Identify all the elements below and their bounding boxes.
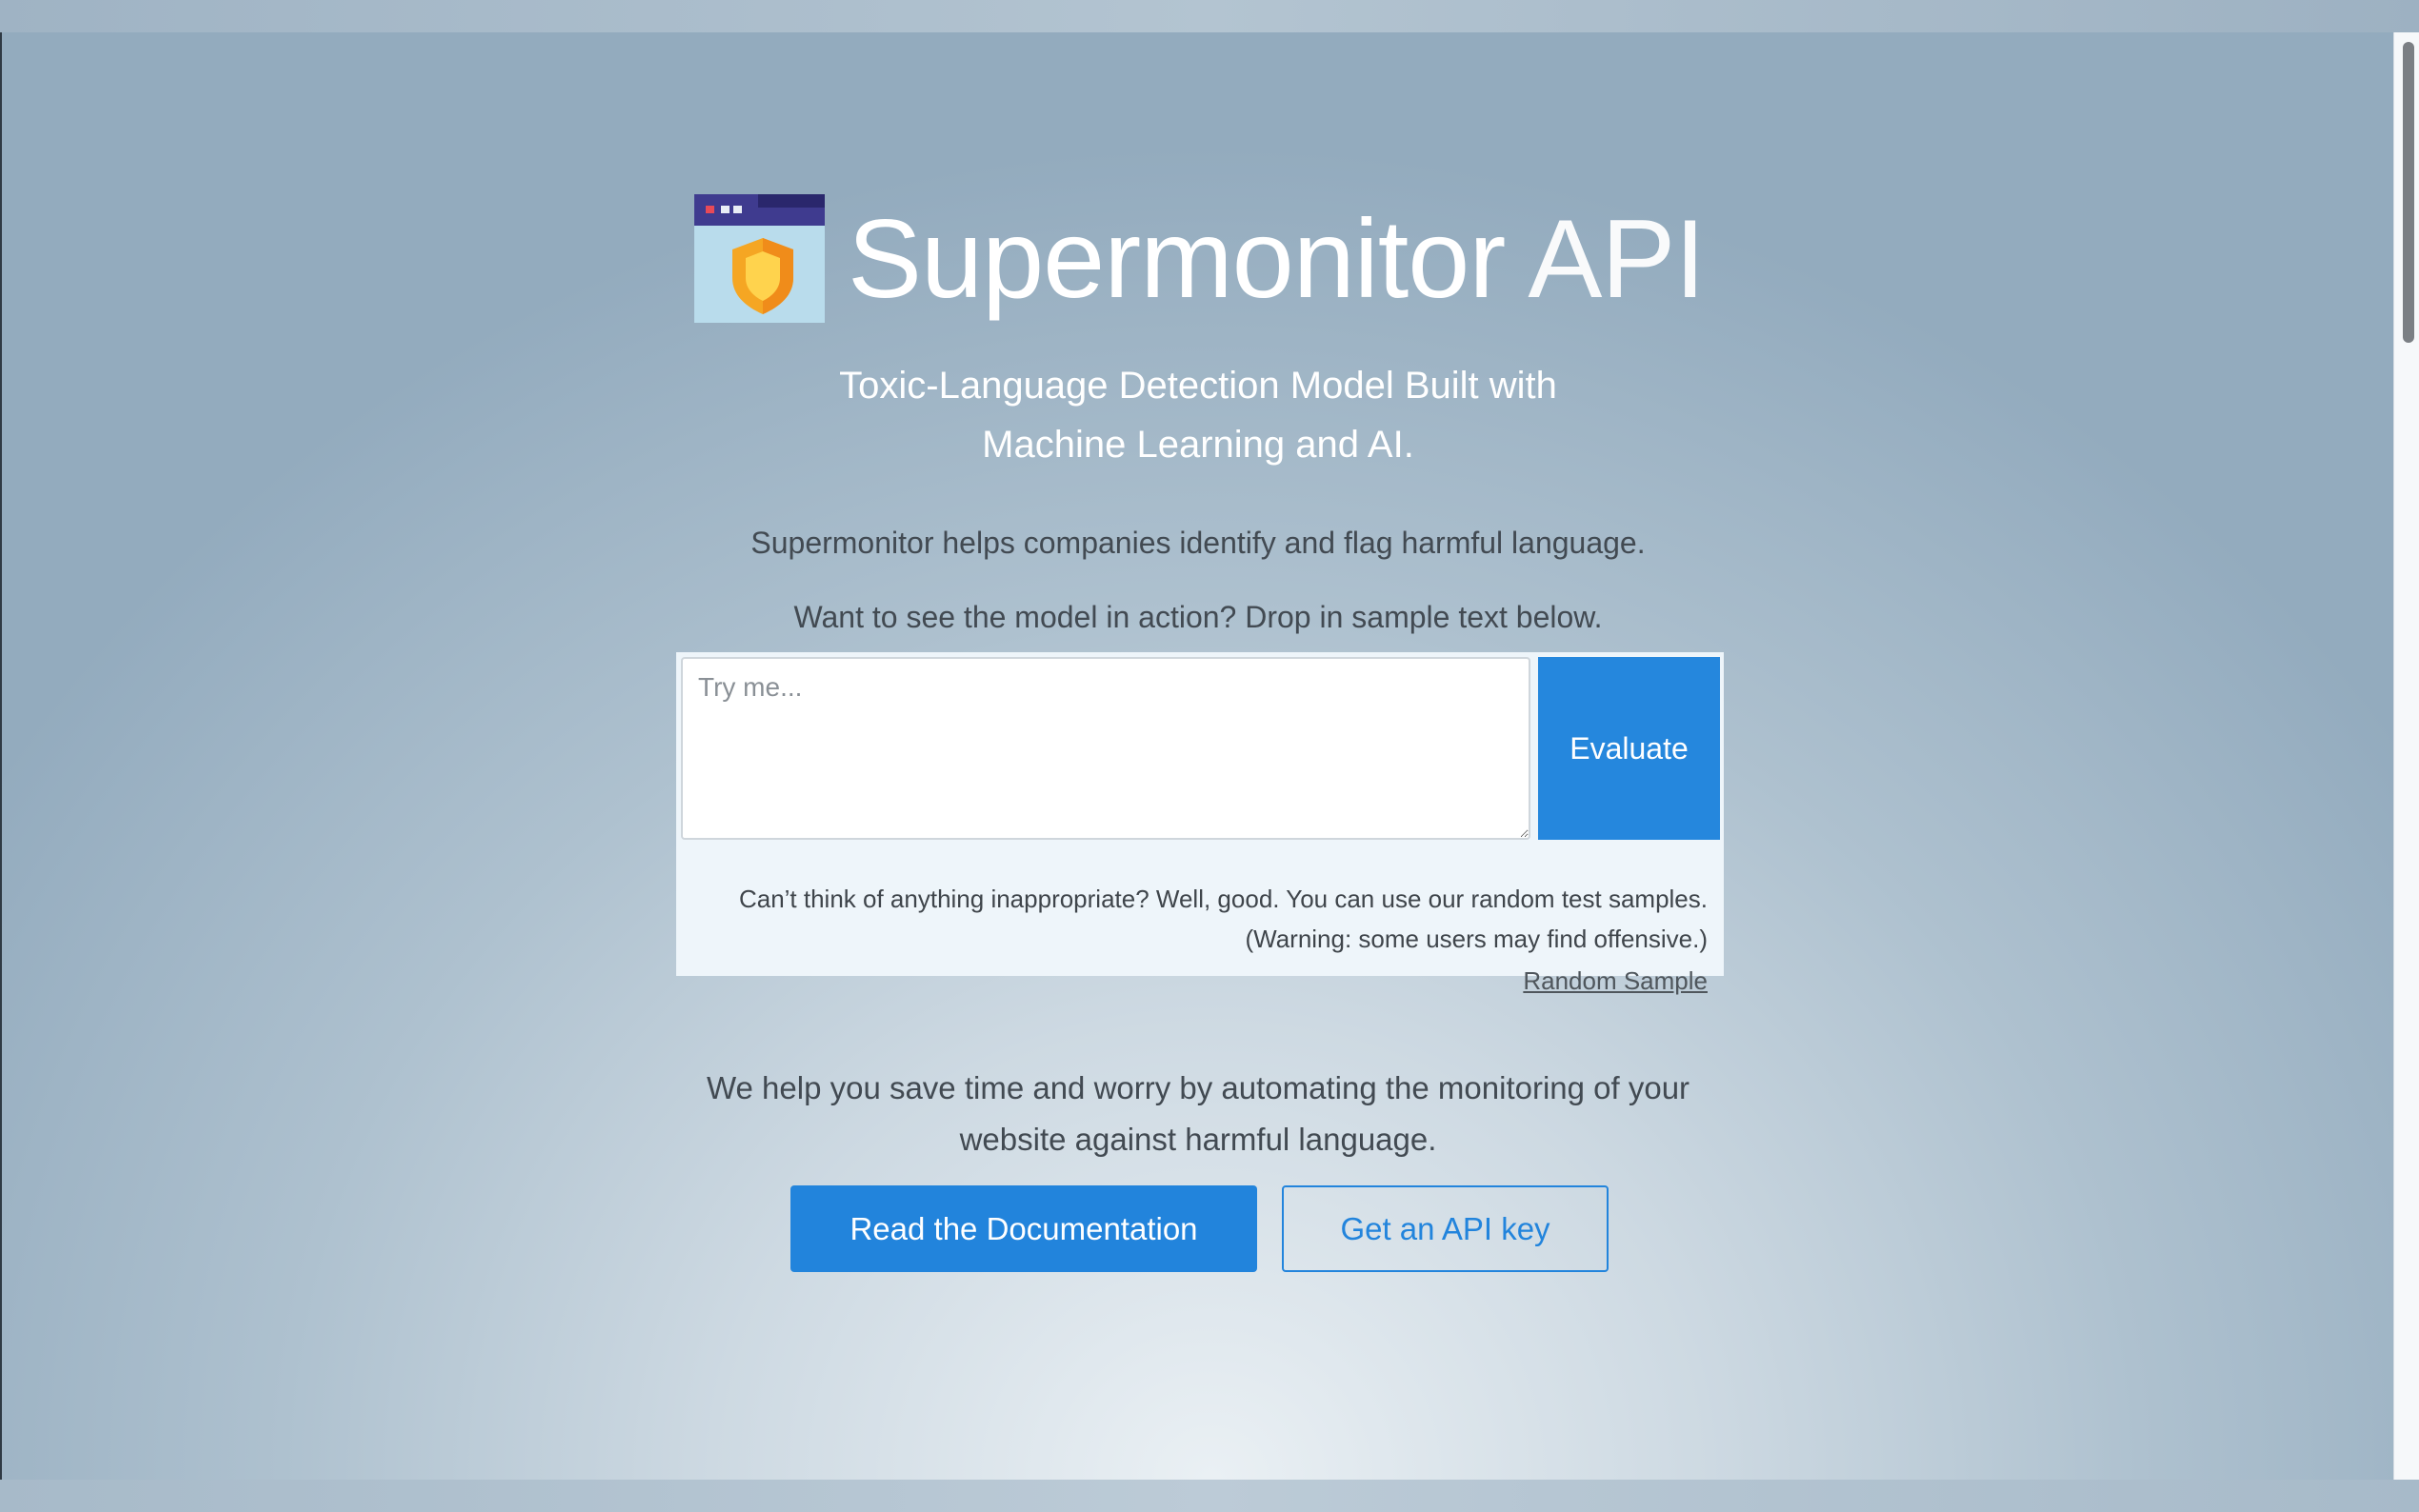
hero-prompt: Want to see the model in action? Drop in… [793,600,1603,634]
cta-row: Read the Documentation Get an API key [790,1185,1609,1272]
get-api-key-button[interactable]: Get an API key [1282,1185,1609,1272]
try-it-panel: Evaluate Can’t think of anything inappro… [676,652,1724,995]
scrollbar-thumb[interactable] [2403,42,2414,343]
brand-wordmark: Supermonitor API [848,203,1706,314]
headline-line-2: Machine Learning and AI. [982,424,1414,466]
shield-icon [732,237,793,314]
random-sample-link[interactable]: Random Sample [1523,966,1708,996]
logo-window-bar [694,193,825,226]
brand-logo: Supermonitor API [694,193,1706,323]
sample-note: Can’t think of anything inappropriate? W… [739,879,1708,959]
sample-note-line-1: Can’t think of anything inappropriate? W… [738,885,1708,913]
hero-headline: Toxic-Language Detection Model Built wit… [674,356,1722,474]
pitch-line-2: website against harmful language. [959,1122,1437,1157]
pitch-line-1: We help you save time and worry by autom… [706,1070,1690,1105]
browser-bottom-edge [0,1480,2419,1512]
sample-text-input[interactable] [681,657,1530,840]
value-pitch: We help you save time and worry by autom… [627,1063,1769,1165]
browser-shield-icon [694,193,825,323]
brand-suffix: API [1528,195,1706,321]
page-viewport: Supermonitor API Toxic-Language Detection… [0,32,2419,1480]
vertical-scrollbar[interactable] [2393,32,2419,1480]
evaluate-button[interactable]: Evaluate [1538,657,1720,840]
browser-top-edge [0,0,2419,34]
headline-line-1: Toxic-Language Detection Model Built wit… [839,365,1557,407]
read-documentation-button[interactable]: Read the Documentation [790,1185,1257,1272]
hero-description: Supermonitor helps companies identify an… [750,526,1646,560]
sample-note-line-2: (Warning: some users may find offensive.… [1245,925,1708,953]
hero-section: Supermonitor API Toxic-Language Detection… [2,32,2394,1480]
brand-name: Supermonitor [848,195,1506,321]
